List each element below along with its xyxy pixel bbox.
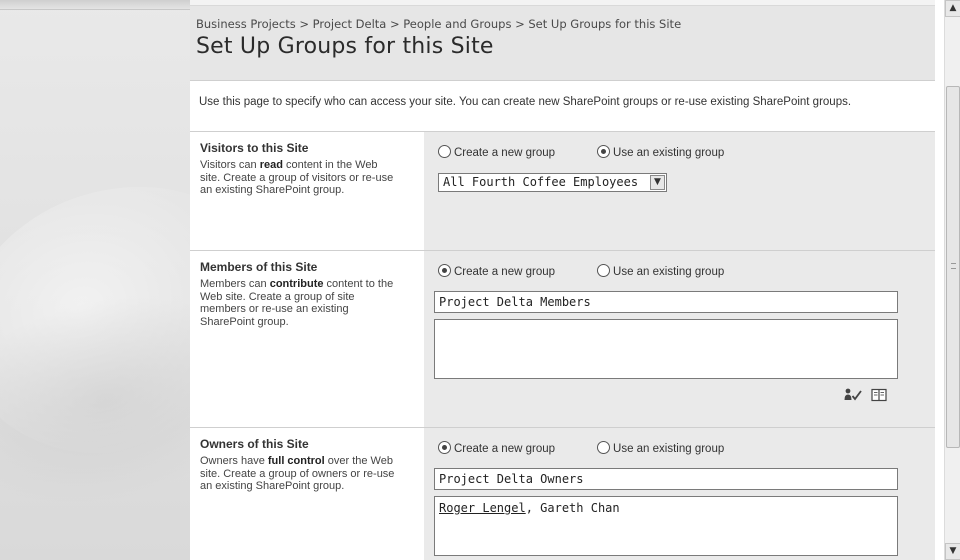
members-text-emphasis: contribute: [269, 278, 324, 290]
members-existing-label[interactable]: Use an existing group: [613, 266, 724, 278]
owners-existing-option[interactable]: Use an existing group: [597, 441, 724, 455]
top-strip: [0, 0, 190, 10]
members-create-label[interactable]: Create a new group: [454, 266, 555, 278]
visitors-text-emphasis: read: [259, 159, 283, 171]
members-existing-option[interactable]: Use an existing group: [597, 264, 724, 278]
chevron-down-icon[interactable]: ▼: [650, 175, 665, 190]
members-create-radio[interactable]: [438, 264, 451, 278]
members-text: Members can contribute content to the We…: [200, 278, 400, 328]
owners-people-separator: ,: [525, 501, 541, 515]
scrollbar-thumb[interactable]: [946, 86, 960, 448]
chevron-up-icon[interactable]: ▲: [945, 0, 960, 17]
owner-roger-lengel[interactable]: Roger Lengel: [439, 501, 526, 515]
check-names-icon[interactable]: [843, 387, 863, 406]
visitors-existing-label[interactable]: Use an existing group: [613, 147, 724, 159]
visitors-existing-option[interactable]: Use an existing group: [597, 145, 724, 159]
members-description: Members of this Site Members can contrib…: [190, 251, 424, 428]
owners-existing-radio[interactable]: [597, 441, 611, 455]
vertical-scrollbar[interactable]: ▲ ▼: [944, 0, 960, 560]
grip-icon: [951, 263, 956, 269]
owners-text: Owners have full control over the Web si…: [200, 455, 400, 493]
owners-text-before: Owners have: [200, 455, 268, 467]
members-controls: Create a new group Use an existing group …: [424, 251, 935, 428]
owners-text-emphasis: full control: [267, 455, 325, 467]
intro-text: Use this page to specify who can access …: [199, 96, 852, 108]
visitors-text: Visitors can read content in the Web sit…: [200, 159, 400, 197]
owners-section: Owners of this Site Owners have full con…: [190, 427, 935, 560]
owner-gareth-chan[interactable]: Gareth Chan: [540, 501, 619, 515]
visitors-create-option[interactable]: Create a new group: [438, 145, 555, 159]
header-top-strip: [190, 0, 935, 6]
owners-description: Owners of this Site Owners have full con…: [190, 428, 424, 560]
visitors-description: Visitors to this Site Visitors can read …: [190, 132, 424, 251]
page-header: Business Projects > Project Delta > Peop…: [190, 0, 935, 81]
address-book-icon[interactable]: [871, 387, 887, 406]
owners-controls: Create a new group Use an existing group …: [424, 428, 935, 560]
visitors-existing-radio[interactable]: [597, 145, 611, 159]
members-picker-icons: [843, 386, 887, 402]
visitors-section: Visitors to this Site Visitors can read …: [190, 131, 935, 251]
visitors-create-radio[interactable]: [438, 145, 451, 159]
members-section: Members of this Site Members can contrib…: [190, 250, 935, 428]
visitors-select-value: All Fourth Coffee Employees: [443, 175, 639, 189]
owners-group-name-input[interactable]: Project Delta Owners: [434, 468, 898, 490]
chevron-down-icon[interactable]: ▼: [945, 543, 960, 560]
owners-existing-label[interactable]: Use an existing group: [613, 443, 724, 455]
visitors-title: Visitors to this Site: [200, 141, 309, 155]
members-title: Members of this Site: [200, 260, 318, 274]
owners-radio-group: Create a new group Use an existing group: [438, 441, 724, 455]
members-existing-radio[interactable]: [597, 264, 611, 278]
owners-people-picker[interactable]: Roger Lengel, Gareth Chan: [434, 496, 898, 556]
breadcrumb[interactable]: Business Projects > Project Delta > Peop…: [196, 17, 681, 31]
owners-create-option[interactable]: Create a new group: [438, 441, 555, 455]
members-create-option[interactable]: Create a new group: [438, 264, 555, 278]
members-radio-group: Create a new group Use an existing group: [438, 264, 724, 278]
owners-create-radio[interactable]: [438, 441, 451, 455]
visitors-group-select[interactable]: All Fourth Coffee Employees ▼: [438, 173, 667, 192]
owners-create-label[interactable]: Create a new group: [454, 443, 555, 455]
visitors-radio-group: Create a new group Use an existing group: [438, 145, 724, 159]
members-text-before: Members can: [200, 278, 270, 290]
page-title: Set Up Groups for this Site: [196, 34, 494, 59]
visitors-text-before: Visitors can: [200, 159, 260, 171]
visitors-controls: Create a new group Use an existing group …: [424, 132, 935, 251]
members-people-picker[interactable]: [434, 319, 898, 379]
left-decorative-panel: [0, 0, 190, 560]
members-group-name-input[interactable]: Project Delta Members: [434, 291, 898, 313]
visitors-create-label[interactable]: Create a new group: [454, 147, 555, 159]
owners-title: Owners of this Site: [200, 437, 309, 451]
